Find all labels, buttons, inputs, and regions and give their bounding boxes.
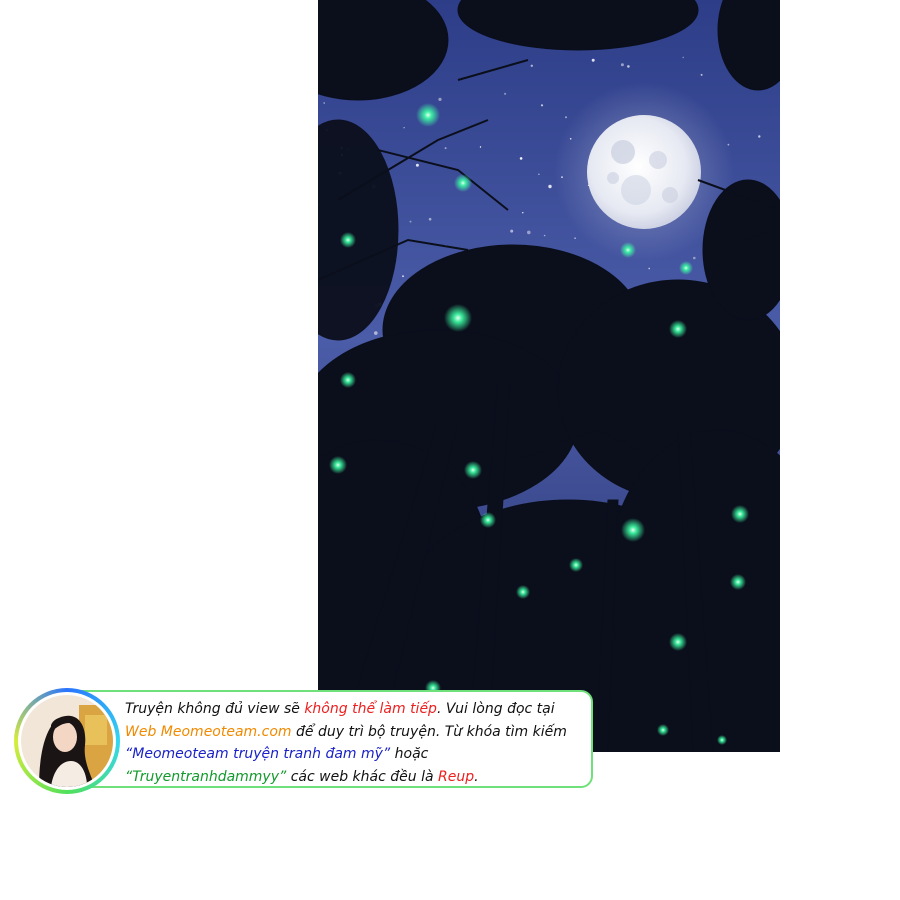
search-keyword-1: “Meomeoteam truyện tranh đam mỹ” bbox=[125, 746, 391, 762]
star bbox=[700, 73, 703, 76]
firefly bbox=[621, 518, 645, 542]
star bbox=[591, 58, 595, 62]
firefly bbox=[731, 505, 749, 523]
firefly bbox=[569, 558, 583, 572]
star bbox=[538, 173, 540, 175]
firefly bbox=[444, 304, 472, 332]
firefly bbox=[480, 512, 496, 528]
firefly bbox=[454, 174, 472, 192]
star bbox=[574, 237, 576, 239]
star bbox=[548, 184, 552, 189]
star bbox=[527, 230, 531, 235]
star bbox=[682, 56, 684, 59]
firefly bbox=[329, 456, 347, 474]
star bbox=[479, 146, 482, 148]
firefly bbox=[717, 735, 727, 745]
star bbox=[565, 116, 567, 119]
website-link[interactable]: Web Meomeoteam.com bbox=[125, 724, 292, 740]
star bbox=[519, 157, 523, 160]
firefly bbox=[669, 320, 687, 338]
firefly bbox=[730, 574, 746, 590]
star bbox=[530, 64, 533, 68]
firefly bbox=[416, 103, 440, 127]
firefly bbox=[679, 261, 693, 275]
star bbox=[403, 127, 405, 129]
firefly bbox=[669, 633, 687, 651]
star bbox=[402, 275, 404, 278]
moonlit-forest-illustration bbox=[318, 0, 780, 752]
star bbox=[627, 65, 630, 68]
firefly bbox=[516, 585, 530, 599]
star bbox=[415, 163, 419, 167]
girl-portrait-icon bbox=[21, 695, 113, 787]
star bbox=[648, 267, 651, 270]
firefly bbox=[657, 724, 669, 736]
star bbox=[409, 220, 412, 223]
star bbox=[693, 256, 696, 260]
star bbox=[758, 135, 761, 138]
star bbox=[540, 104, 544, 107]
star bbox=[374, 331, 378, 335]
firefly bbox=[340, 232, 356, 248]
firefly bbox=[464, 461, 482, 479]
notice-line-1: Truyện không đủ view sẽ không thể làm ti… bbox=[125, 701, 555, 717]
star bbox=[522, 212, 524, 214]
star bbox=[438, 97, 442, 101]
star bbox=[444, 147, 447, 150]
star bbox=[543, 234, 546, 237]
notice-line-3: “Meomeoteam truyện tranh đam mỹ” hoặc bbox=[125, 746, 429, 762]
notice-line-4: “Truyentranhdammyy” các web khác đều là … bbox=[125, 768, 479, 785]
star bbox=[510, 229, 514, 233]
search-keyword-2: “Truyentranhdammyy” bbox=[125, 768, 287, 785]
star bbox=[504, 92, 507, 95]
firefly bbox=[340, 372, 356, 388]
avatar bbox=[14, 688, 120, 794]
star bbox=[428, 217, 432, 221]
moon-icon bbox=[587, 115, 701, 229]
firefly bbox=[620, 242, 636, 258]
notice-line-2: Web Meomeoteam.com để duy trì bộ truyện.… bbox=[125, 723, 567, 740]
notice-text: Truyện không đủ view sẽ không thể làm ti… bbox=[125, 698, 595, 788]
star bbox=[620, 63, 624, 67]
star bbox=[323, 102, 325, 104]
reading-notice: Truyện không đủ view sẽ không thể làm ti… bbox=[14, 688, 596, 794]
